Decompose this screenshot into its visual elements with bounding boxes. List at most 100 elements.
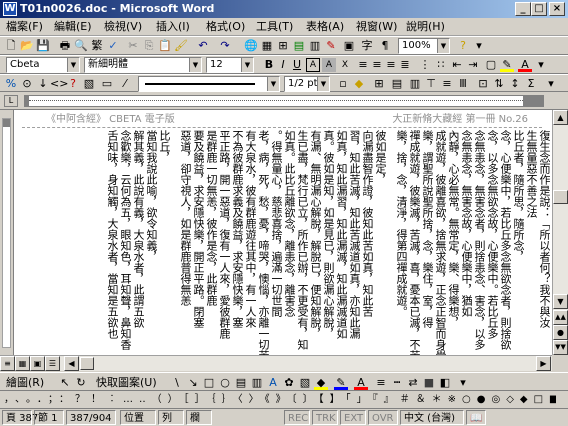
menu-file[interactable]: 檔案(F) — [6, 20, 43, 34]
tables-borders-icon[interactable]: ▦ — [260, 39, 274, 53]
hscroll-thumb[interactable] — [80, 357, 94, 370]
print-icon[interactable]: 🖶 — [58, 39, 72, 53]
line-weight-select[interactable]: 1/2 pt ▼ — [284, 76, 330, 92]
show-hide-icon[interactable]: ¶ — [378, 39, 392, 53]
columns-icon[interactable]: ▥ — [308, 39, 322, 53]
simplified-traditional-icon[interactable]: 繁 — [90, 39, 104, 53]
autoformat-icon[interactable]: ⊡ — [476, 77, 490, 91]
menu-insert[interactable]: 插入(I) — [156, 20, 190, 34]
fill-color-icon[interactable]: ◆ — [314, 376, 328, 390]
line-style-select[interactable]: ▼ — [138, 76, 280, 92]
picture-icon[interactable]: ▧ — [298, 376, 312, 390]
next-page-button[interactable]: ▼▼ — [553, 340, 568, 355]
menu-help[interactable]: 說明(H) — [406, 20, 445, 34]
pen-icon[interactable]: ⁄ — [118, 77, 132, 91]
distribute-cols-icon[interactable]: Ⅲ — [456, 77, 470, 91]
bold-icon[interactable]: B — [262, 58, 276, 72]
undo-icon[interactable]: ↶ — [196, 39, 210, 53]
oval-icon[interactable]: ○ — [218, 376, 232, 390]
normal-view-button[interactable]: ≡ — [0, 356, 15, 371]
scroll-up-button[interactable]: ▲ — [553, 110, 568, 125]
border-icon[interactable]: ▢ — [484, 58, 498, 72]
select-pointer-icon[interactable]: ↖ — [58, 376, 72, 390]
clipart-icon[interactable]: ✿ — [282, 376, 296, 390]
previous-page-button[interactable]: ▲▲ — [553, 310, 568, 325]
menu-tools[interactable]: 工具(T) — [256, 20, 293, 34]
increase-indent-icon[interactable]: ⇥ — [466, 58, 480, 72]
sum-icon[interactable]: Σ — [524, 77, 538, 91]
font-color-icon[interactable]: A — [518, 58, 532, 72]
tab-selector-icon[interactable]: L — [4, 95, 18, 107]
decrease-indent-icon[interactable]: ⇤ — [450, 58, 464, 72]
line-style-icon[interactable]: ≡ — [374, 376, 388, 390]
scroll-down-button[interactable]: ▼ — [553, 294, 568, 309]
paste-icon[interactable]: 📋 — [158, 39, 172, 53]
text-direction-icon[interactable]: ⇅ — [492, 77, 506, 91]
web-layout-button[interactable]: ▦ — [15, 356, 30, 371]
arrow-style-icon[interactable]: ⇄ — [406, 376, 420, 390]
scroll-thumb[interactable] — [553, 190, 568, 204]
highlight-icon[interactable]: ✎ — [500, 58, 514, 72]
status-ext[interactable]: EXT — [340, 410, 366, 425]
align-center-icon[interactable]: ≡ — [370, 58, 384, 72]
line-icon[interactable]: \ — [170, 376, 184, 390]
free-rotate-icon[interactable]: ↻ — [74, 376, 88, 390]
print-layout-button[interactable]: ▣ — [30, 356, 45, 371]
sort-icon[interactable]: ↕ — [508, 77, 522, 91]
document-map-icon[interactable]: ▣ — [342, 39, 356, 53]
format-painter-icon[interactable]: 🖌 — [174, 39, 188, 53]
font-size-select[interactable]: 12 ▼ — [206, 57, 254, 73]
word-icon[interactable]: W — [3, 2, 17, 16]
fill-color-icon[interactable]: ◆ — [352, 77, 366, 91]
close-button[interactable]: × — [549, 2, 565, 16]
select-objects-icon[interactable]: ⊙ — [20, 77, 34, 91]
numbering-icon[interactable]: ⋮ — [418, 58, 432, 72]
align-left-icon[interactable]: ≡ — [356, 58, 370, 72]
merge-cells-icon[interactable]: ▤ — [390, 77, 404, 91]
spelling-icon[interactable]: ✓ — [106, 39, 120, 53]
draw-menu[interactable]: 繪圖(R) — [6, 376, 44, 390]
insert-excel-icon[interactable]: ▤ — [292, 39, 306, 53]
char-border-icon[interactable]: A — [306, 58, 320, 72]
zoom-select[interactable]: 100% ▼ — [398, 38, 450, 54]
document-page[interactable]: 《中阿含經》 CBETA 電子版 大正新脩大藏經 第一冊 No.26 復生念而作… — [14, 110, 552, 355]
copy-icon[interactable]: ⎘ — [142, 39, 156, 53]
arrow-icon[interactable]: ↘ — [186, 376, 200, 390]
spelling-status-icon[interactable]: 📖 — [466, 410, 486, 425]
rectangle-icon[interactable]: □ — [202, 376, 216, 390]
shadow-icon[interactable]: ■ — [422, 376, 436, 390]
line-color-icon[interactable]: ▫ — [336, 77, 350, 91]
char-scale-icon[interactable]: X — [338, 58, 352, 72]
hyperlink-icon[interactable]: 🌐 — [244, 39, 258, 53]
justify-icon[interactable]: ≣ — [398, 58, 412, 72]
code-icon[interactable]: <> — [50, 77, 68, 91]
bullets-icon[interactable]: ∷ — [434, 58, 448, 72]
vertical-ruler[interactable] — [0, 110, 14, 355]
select-browse-object-button[interactable]: ● — [553, 325, 568, 340]
save-icon[interactable]: 💾 — [36, 39, 50, 53]
drawing-icon[interactable]: ✎ — [324, 39, 338, 53]
menu-format[interactable]: 格式(O) — [206, 20, 245, 34]
status-rec[interactable]: REC — [284, 410, 310, 425]
chinese-layout-icon[interactable]: 字 — [360, 39, 374, 53]
menu-edit[interactable]: 編輯(E) — [54, 20, 92, 34]
status-ovr[interactable]: OVR — [368, 410, 398, 425]
toolbar-options-icon[interactable]: ▾ — [456, 376, 470, 390]
vertical-scrollbar[interactable]: ▲ ▼ ▲▲ ● ▼▼ — [552, 110, 568, 355]
wordart-icon[interactable]: A — [266, 376, 280, 390]
italic-icon[interactable]: I — [276, 58, 290, 72]
outline-view-button[interactable]: ☰ — [45, 356, 60, 371]
font-color-icon[interactable]: A — [354, 376, 368, 390]
image-icon[interactable]: ▧ — [82, 77, 96, 91]
style-select[interactable]: Cbeta ▼ — [6, 57, 80, 73]
open-folder-icon[interactable]: 📂 — [20, 39, 34, 53]
scroll-right-button[interactable]: ▶ — [536, 356, 551, 371]
menu-table[interactable]: 表格(A) — [306, 20, 344, 34]
autoshapes-menu[interactable]: 快取圖案(U) — [96, 376, 157, 390]
cut-icon[interactable]: ✂ — [126, 39, 140, 53]
maximize-button[interactable]: □ — [531, 2, 547, 16]
symbol-row[interactable]: ，、。．；：？！︰…‥（）［］｛｝〈〉《》〔〕【】「」『』＃＆＊※○●◎◇◆□■… — [4, 393, 556, 407]
toolbar-options-icon[interactable]: ▾ — [472, 39, 486, 53]
redo-icon[interactable]: ↷ — [218, 39, 232, 53]
minimize-button[interactable]: _ — [515, 2, 531, 16]
